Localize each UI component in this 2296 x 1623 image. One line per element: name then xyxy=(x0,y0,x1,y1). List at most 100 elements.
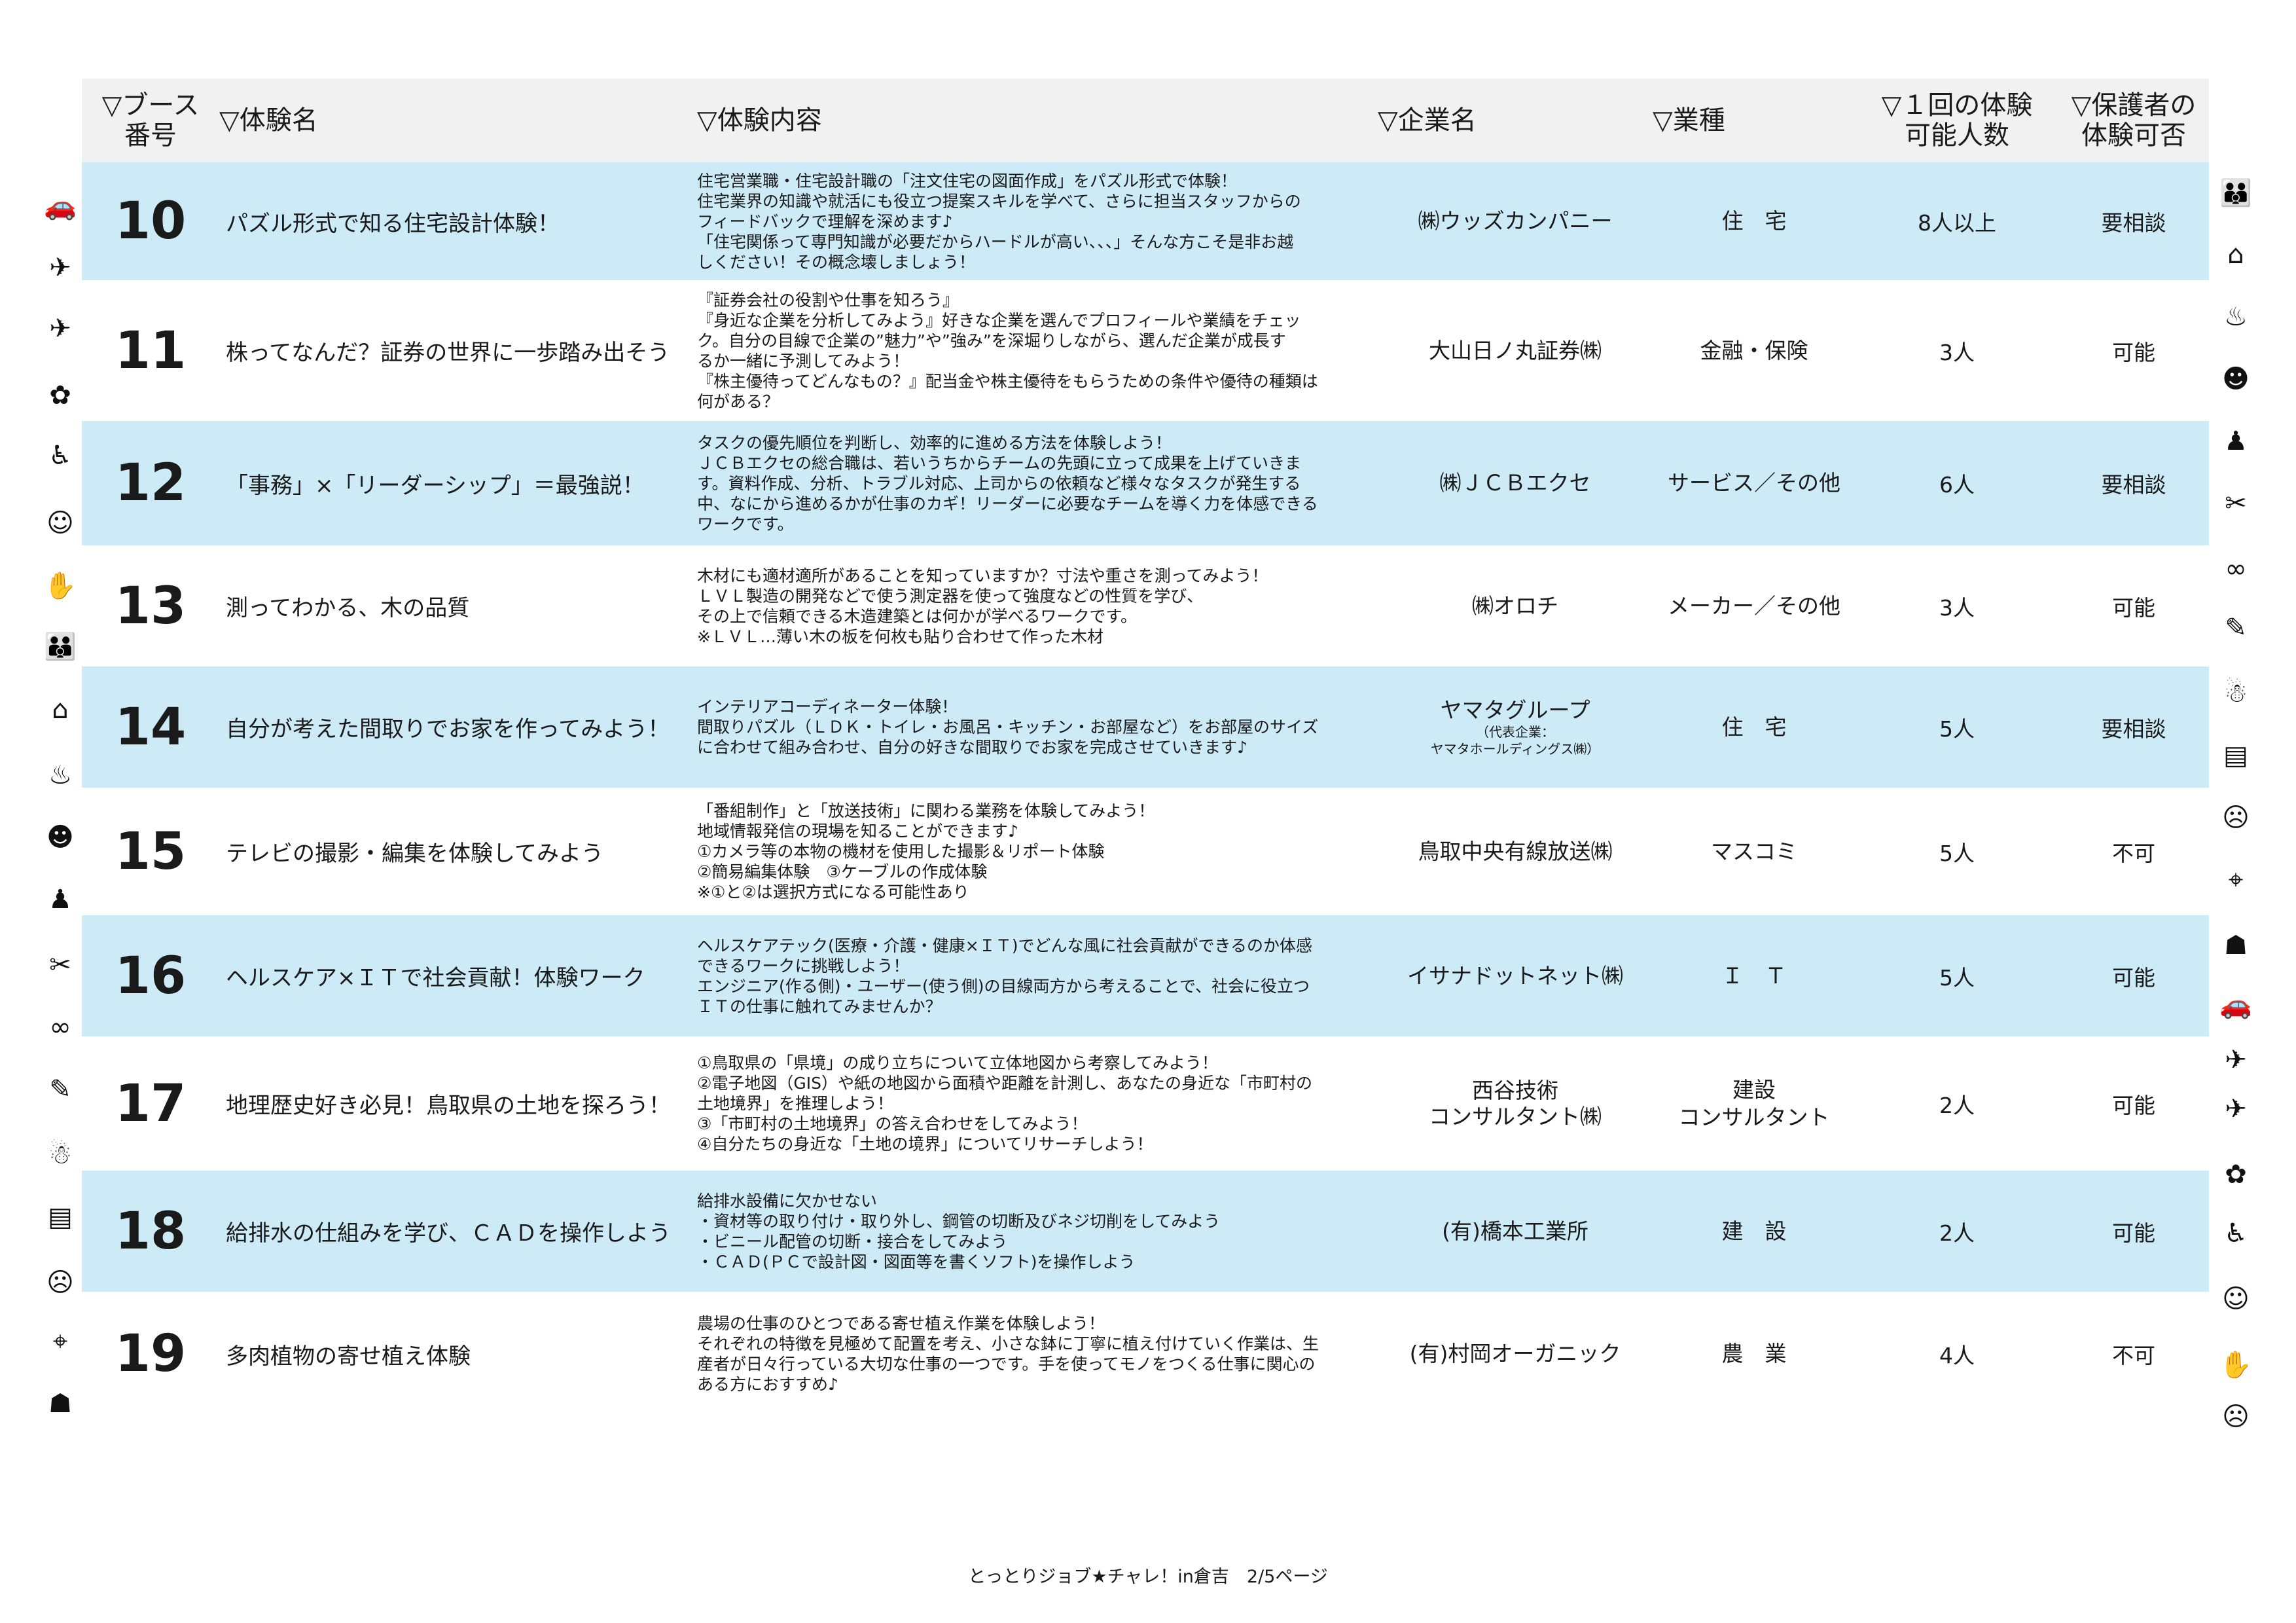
company-name: 西谷技術 コンサルタント㈱ xyxy=(1378,1078,1653,1130)
guardian-availability: 要相談 xyxy=(2101,472,2166,498)
experience-name: 測ってわかる、木の品質 xyxy=(226,595,470,621)
company-name: ㈱ＪＣＢエクセ xyxy=(1378,470,1653,496)
wheelchair-icon: ♿ xyxy=(48,441,72,471)
capacity: 6人 xyxy=(1939,472,1975,498)
industry: 金融・保険 xyxy=(1700,337,1808,363)
experience-content: 『証券会社の役割や仕事を知ろう』 『身近な企業を分析してみよう』好きな企業を選ん… xyxy=(697,290,1318,411)
company-main: イサナドットネット㈱ xyxy=(1407,962,1623,989)
guardian-availability: 可能 xyxy=(2112,1220,2155,1246)
repair-icon: ✂ xyxy=(49,950,71,980)
chef-icon: ☹ xyxy=(2222,1402,2250,1432)
company-main: (有)橋本工業所 xyxy=(1442,1218,1588,1244)
booth-number: 11 xyxy=(115,321,187,380)
experience-content: 給排水設備に欠かせない ・資材等の取り付け・取り外し、鋼管の切断及びネジ切削をし… xyxy=(697,1191,1221,1271)
camera-icon: ⌖ xyxy=(2228,865,2244,895)
tree-icon: ✿ xyxy=(2225,1159,2247,1190)
table-row: 15 テレビの撮影・編集を体験してみよう 「番組制作」と「放送技術」に関わる業務を体… xyxy=(82,788,2209,915)
header-name: ▽体験名 xyxy=(219,105,318,136)
experience-content: タスクの優先順位を判断し、効率的に進める方法を体験しよう！ ＪＣＢエクセの総合職… xyxy=(697,433,1318,534)
capacity: 3人 xyxy=(1939,594,1975,621)
handshake-icon: ✋ xyxy=(44,570,77,601)
table-row: 13 測ってわかる、木の品質 木材にも適材適所があることを知っていますか？寸法や重さ… xyxy=(82,545,2209,666)
company-main: ㈱オロチ xyxy=(1472,593,1558,619)
table-row: 12 「事務」×「リーダーシップ」＝最強説！ タスクの優先順位を判断し、効率的に進め… xyxy=(82,421,2209,545)
booth-number: 16 xyxy=(115,946,187,1006)
wheelchair-icon: ♿ xyxy=(2224,1218,2248,1249)
experience-name: 給排水の仕組みを学び、ＣＡＤを操作しよう xyxy=(226,1220,671,1247)
booth-number: 10 xyxy=(115,192,187,251)
tree-icon: ✿ xyxy=(49,380,71,410)
industry: マスコミ xyxy=(1711,838,1797,864)
industry: 住 宅 xyxy=(1721,208,1787,234)
guardian-availability: 可能 xyxy=(2112,339,2155,365)
header-booth: ▽ブース 番号 xyxy=(101,90,200,151)
header-content: ▽体験内容 xyxy=(697,105,822,136)
drone-icon: ✈ xyxy=(2225,1045,2247,1075)
car-icon: 🚗 xyxy=(2219,989,2252,1020)
drone-icon: ✈ xyxy=(2225,1094,2247,1124)
industry: Ｉ Ｔ xyxy=(1721,962,1787,989)
chef-icon: ☹ xyxy=(2222,803,2250,833)
experience-content: 「番組制作」と「放送技術」に関わる業務を体験してみよう！ 地域情報発信の現場を知… xyxy=(697,801,1155,902)
booth-number: 14 xyxy=(115,697,187,757)
cooking-icon: ♨ xyxy=(2224,302,2248,332)
guardian-availability: 可能 xyxy=(2112,1092,2155,1118)
capacity: 5人 xyxy=(1939,840,1975,866)
table-row: 10 パズル形式で知る住宅設計体験！ 住宅営業職・住宅設計職の「注文住宅の図面作成」… xyxy=(82,162,2209,280)
experience-content: 農場の仕事のひとつである寄せ植え作業を体験しよう！ それぞれの特徴を見極めて配置… xyxy=(697,1314,1319,1394)
family-icon: 👪 xyxy=(44,631,77,662)
booth-number: 12 xyxy=(115,454,187,513)
guardian-availability: 要相談 xyxy=(2101,210,2166,236)
company-name: 鳥取中央有線放送㈱ xyxy=(1378,839,1653,865)
booth-number: 15 xyxy=(115,822,187,881)
experience-name: テレビの撮影・編集を体験してみよう xyxy=(226,841,603,867)
capacity: 3人 xyxy=(1939,339,1975,365)
booth-number: 18 xyxy=(115,1201,187,1261)
network-icon: ∞ xyxy=(2225,554,2247,584)
experience-name: ヘルスケア×ＩＴで社会貢献！体験ワーク xyxy=(226,965,645,991)
company-main: 西谷技術 コンサルタント㈱ xyxy=(1429,1077,1602,1129)
table-body: 10 パズル形式で知る住宅設計体験！ 住宅営業職・住宅設計職の「注文住宅の図面作成」… xyxy=(82,162,2209,1416)
company-main: ヤマタグループ xyxy=(1440,697,1590,723)
industry: メーカー／その他 xyxy=(1668,593,1840,619)
experience-name: パズル形式で知る住宅設計体験！ xyxy=(226,210,560,237)
company-main: 大山日ノ丸証券㈱ xyxy=(1429,337,1602,363)
capacity: 2人 xyxy=(1939,1220,1975,1246)
header-guardian: ▽保護者の 体験可否 xyxy=(2071,90,2197,151)
header-capacity: ▽１回の体験 可能人数 xyxy=(1881,90,2033,151)
table-row: 18 給排水の仕組みを学び、ＣＡＤを操作しよう 給排水設備に欠かせない ・資材等の取… xyxy=(82,1171,2209,1292)
company-main: ㈱ＪＣＢエクセ xyxy=(1439,470,1591,496)
nurse-icon: ☃ xyxy=(48,1140,72,1170)
experience-name: 地理歴史好き必見！鳥取県の土地を探ろう！ xyxy=(226,1093,671,1119)
capacity: 8人以上 xyxy=(1918,210,1996,236)
booth-number: 19 xyxy=(115,1324,187,1383)
table-row: 14 自分が考えた間取りでお家を作ってみよう！ インテリアコーディネーター体験！ 間… xyxy=(82,666,2209,788)
capacity: 5人 xyxy=(1939,716,1975,742)
experience-name: 「事務」×「リーダーシップ」＝最強説！ xyxy=(226,472,645,499)
table-row: 16 ヘルスケア×ＩＴで社会貢献！体験ワーク ヘルスケアテック(医療・介護・健康×Ｉ… xyxy=(82,915,2209,1036)
guardian-availability: 不可 xyxy=(2112,1343,2155,1368)
person-icon: ♟ xyxy=(2224,426,2248,456)
company-name: (有)橋本工業所 xyxy=(1378,1218,1653,1245)
person-icon: ♟ xyxy=(48,884,72,915)
table-row: 17 地理歴史好き必見！鳥取県の土地を探ろう！ ①鳥取県の「県境」の成り立ちについて… xyxy=(82,1036,2209,1171)
industry: サービス／その他 xyxy=(1668,470,1840,496)
capacity: 4人 xyxy=(1939,1343,1975,1368)
company-main: ㈱ウッズカンパニー xyxy=(1418,208,1613,234)
drone-icon: ✈ xyxy=(49,314,71,344)
doctor-icon: ☺ xyxy=(46,508,74,538)
doctor-icon: ☺ xyxy=(2222,1284,2250,1314)
network-icon: ∞ xyxy=(49,1012,71,1042)
company-name: ヤマタグループ （代表企業： ヤマタホールディングス㈱） xyxy=(1378,697,1653,757)
handshake-icon: ✋ xyxy=(2219,1349,2252,1380)
experience-name: 株ってなんだ？証券の世界に一歩踏み出そう xyxy=(226,340,670,366)
house-icon: ⌂ xyxy=(2227,240,2244,270)
nurse-icon: ☃ xyxy=(2224,678,2248,708)
company-name: ㈱ウッズカンパニー xyxy=(1378,208,1653,234)
drone-icon: ✈ xyxy=(49,253,71,283)
table-header: ▽ブース 番号 ▽体験名 ▽体験内容 ▽企業名 ▽業種 ▽１回の体験 可能人数 … xyxy=(82,79,2209,162)
industry: 建設 コンサルタント xyxy=(1678,1076,1830,1130)
company-name: ㈱オロチ xyxy=(1378,593,1653,619)
cleaning-icon: ✎ xyxy=(49,1074,71,1104)
camera-tripod-icon: ☗ xyxy=(48,1389,72,1419)
